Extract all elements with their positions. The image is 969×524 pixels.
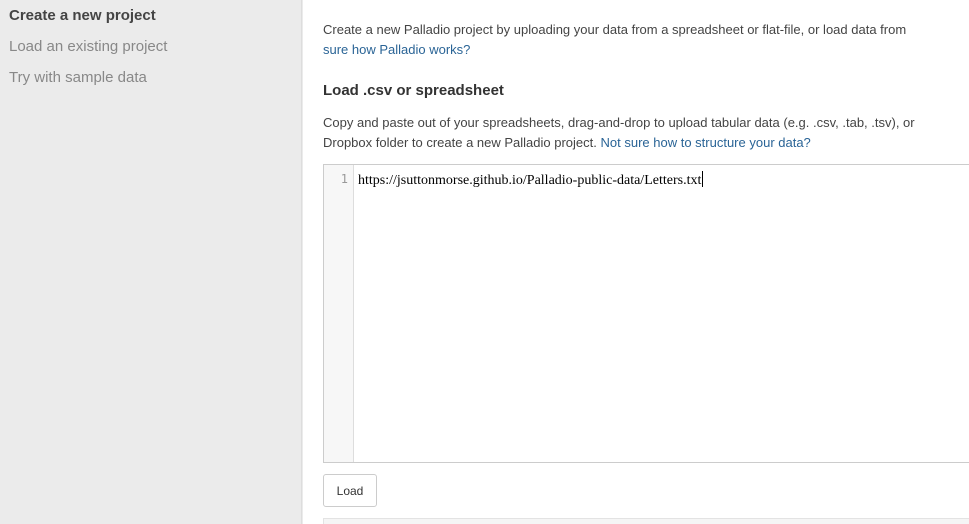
editor-line[interactable]: https://jsuttonmorse.github.io/Palladio-… bbox=[358, 171, 704, 189]
how-palladio-works-link[interactable]: sure how Palladio works? bbox=[323, 42, 470, 57]
section-desc-text: Dropbox folder to create a new Palladio … bbox=[323, 135, 597, 150]
sidebar-item-create-project[interactable]: Create a new project bbox=[9, 7, 156, 24]
section-title: Load .csv or spreadsheet bbox=[323, 82, 504, 99]
section-desc-line1: Copy and paste out of your spreadsheets,… bbox=[323, 115, 915, 130]
structure-data-link[interactable]: Not sure how to structure your data? bbox=[601, 135, 811, 150]
intro-text: Create a new Palladio project by uploadi… bbox=[323, 22, 907, 37]
data-input-editor[interactable]: 1 https://jsuttonmorse.github.io/Palladi… bbox=[323, 164, 969, 463]
line-number: 1 bbox=[340, 172, 348, 186]
load-button[interactable]: Load bbox=[323, 474, 377, 507]
main-panel: Create a new Palladio project by uploadi… bbox=[303, 0, 969, 524]
intro-link-line: sure how Palladio works? bbox=[323, 40, 470, 60]
line-number-gutter: 1 bbox=[324, 165, 354, 462]
editor-content: https://jsuttonmorse.github.io/Palladio-… bbox=[358, 173, 702, 188]
sidebar: Create a new project Load an existing pr… bbox=[0, 0, 302, 524]
sidebar-item-load-project[interactable]: Load an existing project bbox=[9, 38, 167, 55]
text-caret bbox=[702, 171, 704, 187]
section-desc-line2: Dropbox folder to create a new Palladio … bbox=[323, 133, 811, 153]
sidebar-item-sample-data[interactable]: Try with sample data bbox=[9, 69, 147, 86]
bottom-panel bbox=[323, 518, 969, 524]
